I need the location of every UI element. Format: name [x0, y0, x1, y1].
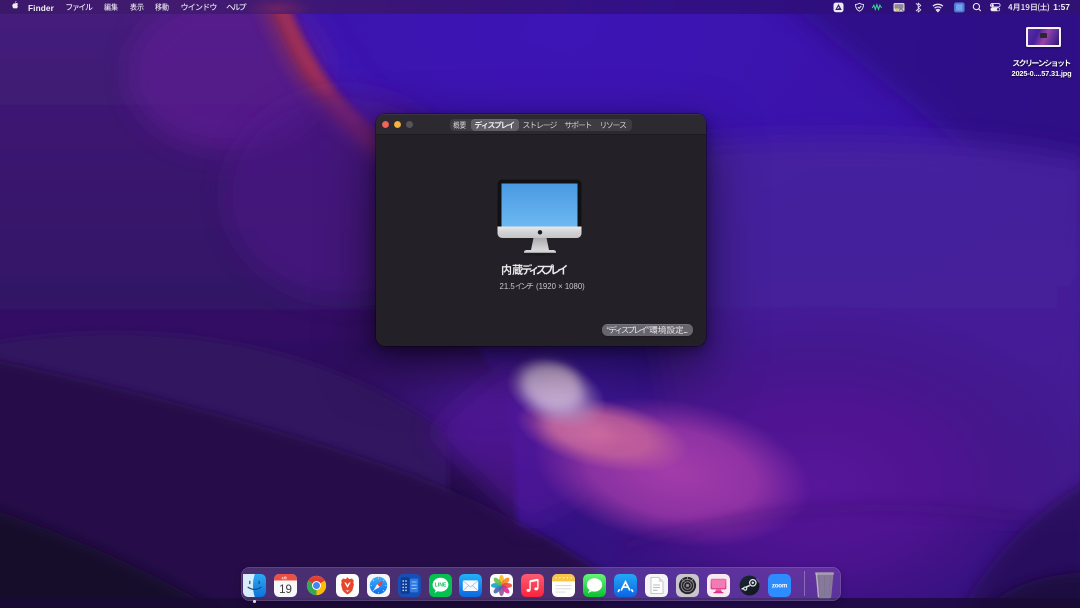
svg-text:LINE: LINE: [434, 583, 446, 589]
svg-text:19: 19: [279, 584, 292, 596]
svg-text:zoom: zoom: [772, 583, 788, 590]
